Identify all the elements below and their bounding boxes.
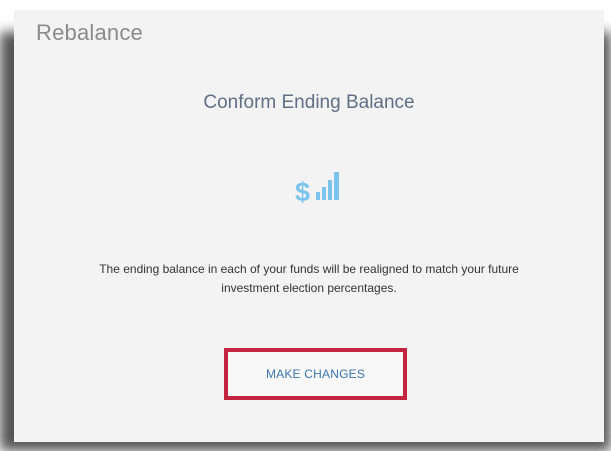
bar-4 [334, 172, 339, 200]
description-line-1: The ending balance in each of your funds… [99, 262, 519, 276]
section-heading: Conform Ending Balance [203, 92, 415, 113]
description-text: The ending balance in each of your funds… [14, 260, 604, 298]
description-line-2: investment election percentages. [221, 281, 397, 295]
dollar-sign-glyph: $ [295, 177, 310, 206]
bar-3 [328, 180, 332, 200]
card-title: Rebalance [36, 20, 143, 45]
screenshot-stage: Rebalance Conform Ending Balance $ The e… [0, 0, 611, 451]
rebalance-card: Rebalance Conform Ending Balance $ The e… [14, 10, 604, 442]
dollar-bar-chart-icon: $ [295, 172, 339, 206]
make-changes-button[interactable]: MAKE CHANGES [224, 348, 407, 400]
bar-2 [322, 187, 326, 200]
bar-1 [316, 192, 320, 200]
